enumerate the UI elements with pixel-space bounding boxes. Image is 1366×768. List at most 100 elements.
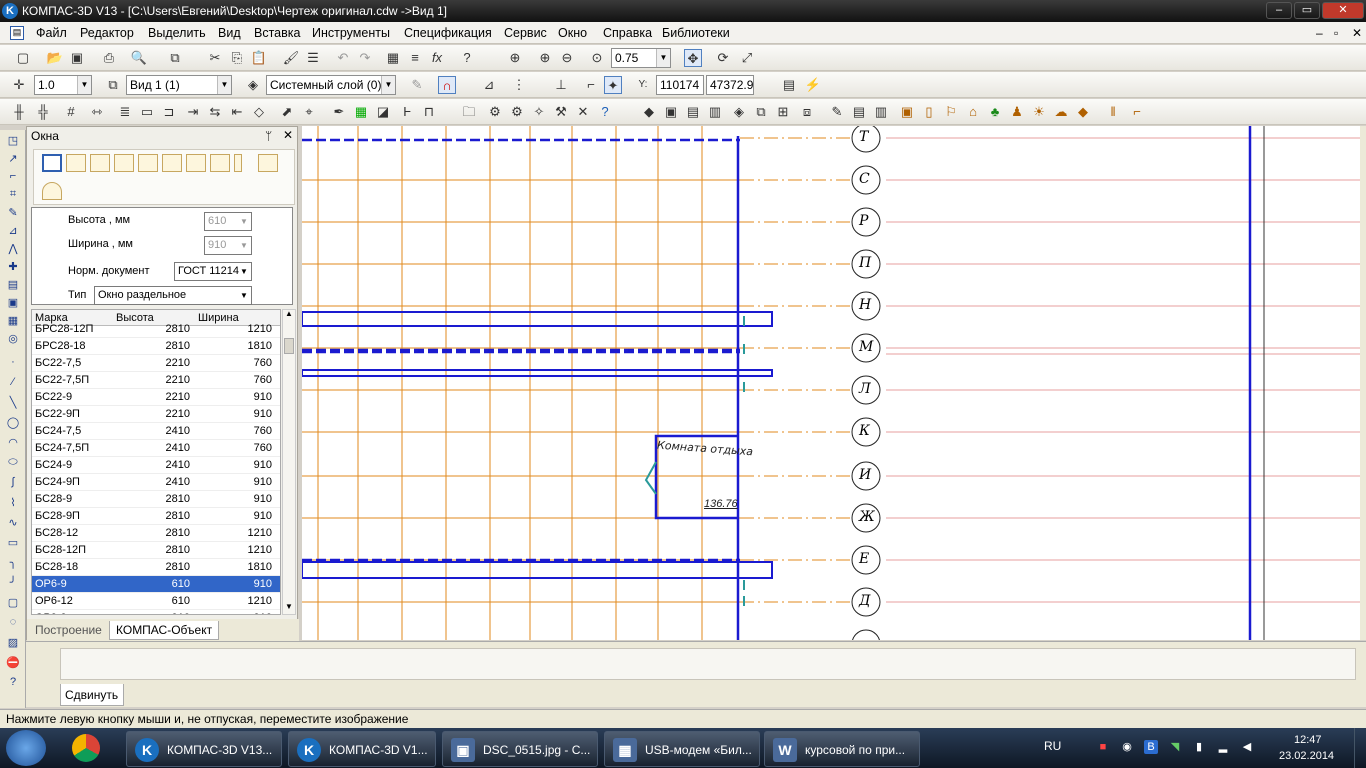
report-icon[interactable]: ▤ (850, 103, 868, 121)
help-icon[interactable]: ? (596, 103, 614, 121)
library-tools-icon[interactable]: ✧ (530, 103, 548, 121)
spec-tool-icon[interactable]: ✚ (4, 260, 22, 276)
axis-grid-icon[interactable]: ╬ (34, 103, 52, 121)
table-row[interactable]: БС28-12П 2810 1210 (32, 542, 280, 559)
drawing-canvas[interactable]: Комната отдыха 136.76 ТСРПНМЛКИЖЕД (302, 126, 1360, 640)
tab-kompas-object[interactable]: КОМПАС-Объект (109, 621, 220, 640)
table-row[interactable]: БС22-9П 2210 910 (32, 406, 280, 423)
view-top-icon[interactable]: ▤ (684, 103, 702, 121)
manager-icon[interactable]: ⧉ (166, 49, 184, 67)
scroll-up-icon[interactable]: ▲ (285, 309, 293, 318)
window-type-9-icon[interactable] (234, 154, 242, 172)
window-type-1-icon[interactable] (42, 154, 62, 172)
document-icon[interactable]: ▤ (10, 26, 24, 40)
menu-edit[interactable]: Редактор (80, 26, 134, 40)
view-cube-icon[interactable]: ◆ (640, 103, 658, 121)
width-combo[interactable]: 910 ▼ (204, 236, 252, 255)
menu-view[interactable]: Вид (218, 26, 241, 40)
table-row[interactable]: БС24-7,5 2410 760 (32, 423, 280, 440)
symbol-icon[interactable]: ⇆ (206, 103, 224, 121)
fence-icon[interactable]: ‖ (1104, 103, 1122, 121)
cloud-icon[interactable]: ☁ (1052, 103, 1070, 121)
ortho-mode-icon[interactable]: ⌐ (582, 76, 600, 94)
library-parts-icon[interactable]: ⚙ (486, 103, 504, 121)
refresh-icon[interactable]: ⟳ (714, 49, 732, 67)
magnet-snap-icon[interactable]: ∩ (438, 76, 456, 94)
zoom-window-icon[interactable]: ⊕ (506, 49, 524, 67)
layer-state-icon[interactable]: ◈ (244, 76, 262, 94)
table-row[interactable]: БС24-9 2410 910 (32, 457, 280, 474)
insert-tool-icon[interactable]: ▦ (4, 314, 22, 330)
table-row[interactable]: БС28-9П 2810 910 (32, 508, 280, 525)
window-type-6-icon[interactable] (162, 154, 182, 172)
scroll-down-icon[interactable]: ▼ (285, 602, 293, 611)
arc-icon[interactable]: ◠ (4, 436, 22, 452)
table-icon[interactable]: ▦ (352, 103, 370, 121)
print-icon[interactable]: ⎙ (100, 49, 118, 67)
show-desktop-button[interactable] (1354, 728, 1366, 768)
task-photo-viewer[interactable]: ▣ DSC_0515.jpg - С... (442, 731, 598, 767)
table-row[interactable]: ОР6-9 610 910 (32, 576, 280, 593)
stair-icon[interactable]: ≣ (116, 103, 134, 121)
chamfer-icon[interactable]: ╮ (4, 556, 22, 572)
coord-y-field[interactable]: 47372.9 (706, 75, 754, 95)
measure-tool-icon[interactable]: ⊿ (4, 224, 22, 240)
view-copy-icon[interactable]: ⧉ (752, 103, 770, 121)
grid-icon[interactable]: ⋮ (510, 76, 528, 94)
save-icon[interactable]: ▣ (68, 49, 86, 67)
pan-icon[interactable]: ✥ (684, 49, 702, 67)
norm-doc-combo[interactable]: ГОСТ 11214 ▼ (174, 262, 252, 281)
column-icon[interactable]: Ⱶ (398, 103, 416, 121)
menu-file[interactable]: Файл (36, 26, 67, 40)
stairs-lib-icon[interactable]: ⚐ (942, 103, 960, 121)
macro-tool-icon[interactable]: ◎ (4, 332, 22, 348)
table-row[interactable]: БС22-9 2210 910 (32, 389, 280, 406)
table-row[interactable]: БС22-7,5П 2210 760 (32, 372, 280, 389)
paste-icon[interactable]: 📋 (250, 49, 268, 67)
coord-x-field[interactable]: 110174 (656, 75, 704, 95)
properties-icon[interactable]: ☰ (304, 49, 322, 67)
clock-time[interactable]: 12:47 (1294, 734, 1322, 746)
menu-select[interactable]: Выделить (148, 26, 206, 40)
notation-tool-icon[interactable]: ⌐ (4, 170, 22, 186)
window-tool-icon[interactable]: ▭ (138, 103, 156, 121)
spec-icon[interactable]: ✎ (828, 103, 846, 121)
menu-service[interactable]: Сервис (504, 26, 547, 40)
frame-icon[interactable]: ⊓ (420, 103, 438, 121)
person-icon[interactable]: ♟ (1008, 103, 1026, 121)
tray-battery-icon[interactable]: ▮ (1192, 740, 1206, 754)
redo-icon[interactable]: ↷ (356, 49, 374, 67)
doc-minimize-button[interactable]: – (1316, 26, 1323, 40)
outline-icon[interactable]: ◌ (4, 616, 22, 632)
orthogonal-icon[interactable]: ⊥ (552, 76, 570, 94)
fragment-tool-icon[interactable]: ▣ (4, 296, 22, 312)
tray-b-icon[interactable]: B (1144, 740, 1158, 754)
round-icon[interactable]: ✦ (604, 76, 622, 94)
step-combo[interactable]: 1.0 ▼ (34, 75, 92, 95)
table-row[interactable]: БС22-7,5 2210 760 (32, 355, 280, 372)
ellipse-icon[interactable]: ⬭ (4, 456, 22, 472)
view-multi-icon[interactable]: ⊞ (774, 103, 792, 121)
help-pointer-icon[interactable]: ? (458, 49, 476, 67)
menu-libraries[interactable]: Библиотеки (662, 26, 730, 40)
panel-close-icon[interactable]: ✕ (283, 128, 293, 142)
diamond-icon[interactable]: ◇ (250, 103, 268, 121)
step-cursor-icon[interactable]: ✛ (10, 76, 28, 94)
libraries-manager-icon[interactable]: ▦ (384, 49, 402, 67)
type-combo[interactable]: Окно раздельное ▼ (94, 286, 252, 305)
tree-icon[interactable]: ♣ (986, 103, 1004, 121)
table-row[interactable]: БРС28-12П 2810 1210 (32, 321, 280, 338)
contour-icon[interactable]: ▢ (4, 596, 22, 612)
library-folder-icon[interactable]: 🗀 (460, 103, 478, 121)
view-combo[interactable]: Вид 1 (1) ▼ (126, 75, 232, 95)
table-row[interactable]: БРС28-18 2810 1810 (32, 338, 280, 355)
doc-close-button[interactable]: ✕ (1352, 26, 1362, 40)
menu-insert[interactable]: Вставка (254, 26, 300, 40)
lamp-icon[interactable]: ☀ (1030, 103, 1048, 121)
move-button[interactable]: Сдвинуть (60, 684, 124, 706)
task-kompas-1[interactable]: K КОМПАС-3D V13... (126, 731, 282, 767)
chart-icon[interactable]: ⬈ (278, 103, 296, 121)
table-row[interactable]: БС28-18 2810 1810 (32, 559, 280, 576)
view-side-icon[interactable]: ▥ (706, 103, 724, 121)
menu-specification[interactable]: Спецификация (404, 26, 492, 40)
